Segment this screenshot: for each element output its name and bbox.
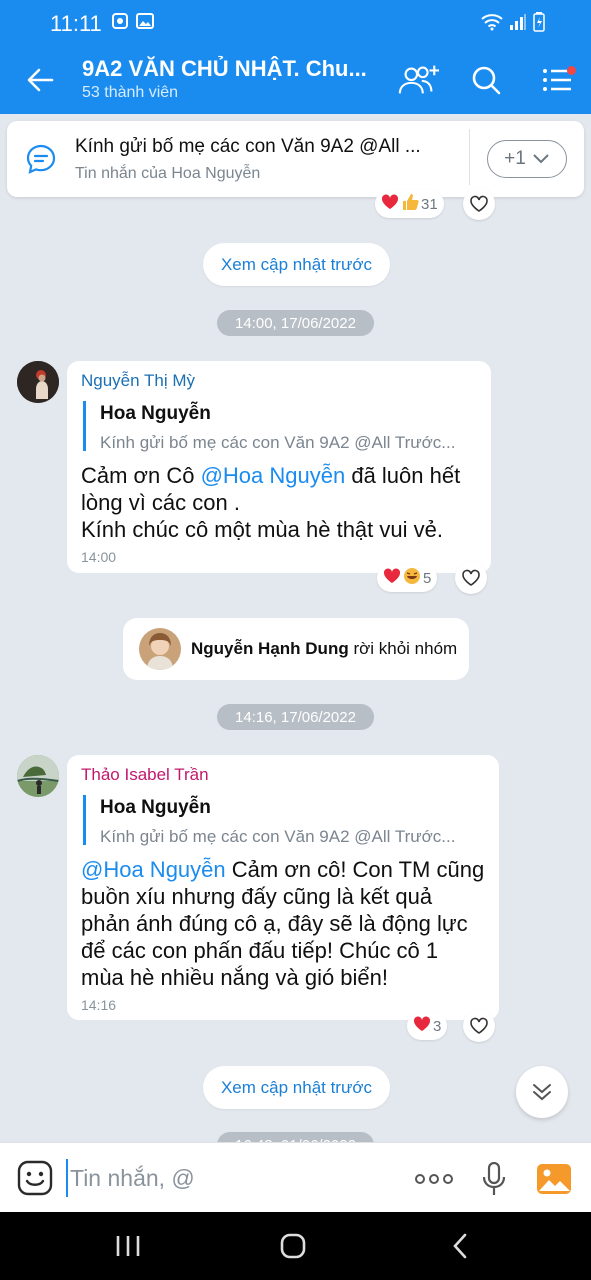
heart-outline-icon	[470, 1017, 488, 1034]
message-time: 14:16	[81, 997, 117, 1013]
signal-icon	[509, 13, 527, 36]
recent-apps-button[interactable]	[108, 1228, 148, 1264]
back-chevron-icon	[453, 1233, 467, 1259]
reaction-count: 31	[421, 195, 438, 213]
more-dots-icon	[415, 1174, 453, 1184]
message-input[interactable]	[66, 1159, 396, 1197]
pinned-message-banner[interactable]: Kính gửi bố mẹ các con Văn 9A2 @All ... …	[7, 121, 584, 197]
mention-link[interactable]: @Hoa Nguyễn	[201, 463, 346, 488]
message-text-part: Cảm ơn Cô	[81, 463, 201, 488]
system-action: rời khỏi nhóm	[348, 639, 458, 658]
react-button[interactable]	[463, 188, 495, 220]
message-text-part: Kính chúc cô một mùa hè thật vui vẻ.	[81, 517, 443, 542]
chat-title[interactable]: 9A2 VĂN CHỦ NHẬT. Chu...	[82, 56, 367, 82]
home-icon	[280, 1233, 306, 1259]
system-nav-bar	[0, 1212, 591, 1280]
wifi-icon	[481, 13, 503, 36]
message-bubble[interactable]: Nguyễn Thị Mỳ Hoa Nguyễn Kính gửi bố mẹ …	[67, 361, 491, 573]
photo-button[interactable]	[534, 1159, 574, 1199]
menu-button[interactable]	[536, 60, 580, 100]
battery-icon	[533, 12, 545, 37]
heart-outline-icon	[470, 195, 488, 212]
chevron-down-icon	[533, 154, 549, 164]
date-chip: 14:00, 17/06/2022	[217, 310, 374, 336]
double-chevron-down-icon	[533, 1084, 551, 1101]
chat-header: 9A2 VĂN CHỦ NHẬT. Chu... 53 thành viên	[0, 46, 591, 114]
pinned-author: Tin nhắn của Hoa Nguyễn	[75, 165, 261, 182]
member-name[interactable]: Nguyễn Hạnh Dung	[191, 639, 349, 658]
sender-name[interactable]: Thảo Isabel Trần	[81, 765, 209, 785]
load-previous-button[interactable]: Xem cập nhật trước	[203, 1066, 390, 1109]
divider	[469, 129, 470, 185]
heart-outline-icon	[462, 569, 480, 586]
microphone-icon	[482, 1162, 506, 1195]
date-chip: 14:16, 17/06/2022	[217, 704, 374, 730]
reaction-count: 3	[433, 1017, 442, 1035]
status-time: 11:11	[50, 11, 102, 36]
load-previous-button[interactable]: Xem cập nhật trước	[203, 243, 390, 286]
voice-message-button[interactable]	[474, 1159, 514, 1199]
sender-name[interactable]: Nguyễn Thị Mỳ	[81, 371, 195, 391]
chat-bubble-icon	[25, 143, 57, 180]
message-composer	[0, 1142, 591, 1212]
heart-icon	[413, 1016, 431, 1036]
thumbs-up-icon	[401, 193, 419, 215]
avatar[interactable]	[139, 628, 181, 670]
quoted-message[interactable]: Hoa Nguyễn Kính gửi bố mẹ các con Văn 9A…	[83, 401, 479, 452]
reaction-summary[interactable]: 31	[375, 190, 444, 218]
react-button[interactable]	[463, 1010, 495, 1042]
mention-link[interactable]: @Hoa Nguyễn	[81, 857, 226, 882]
quote-text: Kính gửi bố mẹ các con Văn 9A2 @All Trướ…	[100, 827, 456, 846]
image-icon	[537, 1164, 571, 1194]
gallery-notification-icon	[136, 13, 154, 34]
system-message: Nguyễn Hạnh Dung rời khỏi nhóm	[123, 618, 469, 680]
pinned-title: Kính gửi bố mẹ các con Văn 9A2 @All ...	[75, 136, 421, 157]
quote-text: Kính gửi bố mẹ các con Văn 9A2 @All Trướ…	[100, 433, 456, 452]
heart-icon	[381, 194, 399, 214]
laughing-emoji-icon	[403, 567, 421, 589]
recent-apps-icon	[116, 1236, 140, 1256]
quoted-message[interactable]: Hoa Nguyễn Kính gửi bố mẹ các con Văn 9A…	[83, 795, 487, 846]
scroll-to-bottom-button[interactable]	[516, 1066, 568, 1118]
avatar[interactable]	[17, 361, 59, 403]
quote-author: Hoa Nguyễn	[100, 403, 211, 424]
message-text: Cảm ơn Cô @Hoa Nguyễn đã luôn hết lòng v…	[81, 462, 477, 543]
pinned-more-button[interactable]: +1	[487, 140, 567, 178]
more-options-button[interactable]	[414, 1159, 454, 1199]
reaction-summary[interactable]: 5	[377, 564, 438, 592]
message-bubble[interactable]: Thảo Isabel Trần Hoa Nguyễn Kính gửi bố …	[67, 755, 499, 1020]
home-button[interactable]	[273, 1228, 313, 1264]
pinned-more-label: +1	[504, 148, 526, 169]
quote-author: Hoa Nguyễn	[100, 797, 211, 818]
search-button[interactable]	[464, 60, 508, 100]
status-bar: 11:11	[0, 0, 591, 46]
add-member-button[interactable]	[396, 60, 440, 100]
sticker-icon	[17, 1160, 53, 1196]
member-count[interactable]: 53 thành viên	[82, 84, 178, 102]
reaction-summary[interactable]: 3	[407, 1012, 448, 1040]
notification-app-icon	[112, 13, 128, 34]
back-button[interactable]	[22, 62, 58, 98]
notification-dot	[567, 66, 576, 75]
back-nav-button[interactable]	[440, 1228, 480, 1264]
message-text: @Hoa Nguyễn Cảm ơn cô! Con TM cũng buồn …	[81, 856, 485, 991]
message-time: 14:00	[81, 549, 117, 565]
heart-icon	[383, 568, 401, 588]
react-button[interactable]	[455, 562, 487, 594]
reaction-count: 5	[423, 569, 432, 587]
avatar[interactable]	[17, 755, 59, 797]
sticker-button[interactable]	[16, 1159, 54, 1197]
system-text: Nguyễn Hạnh Dung rời khỏi nhóm	[191, 639, 457, 659]
